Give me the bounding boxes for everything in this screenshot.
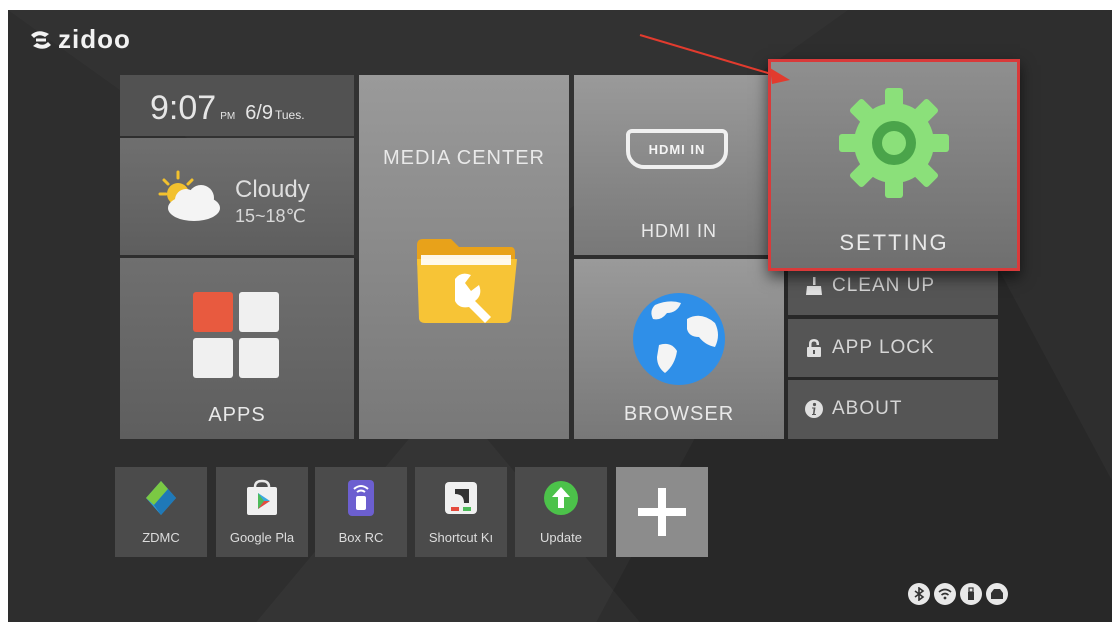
annotation-arrow xyxy=(639,34,790,84)
